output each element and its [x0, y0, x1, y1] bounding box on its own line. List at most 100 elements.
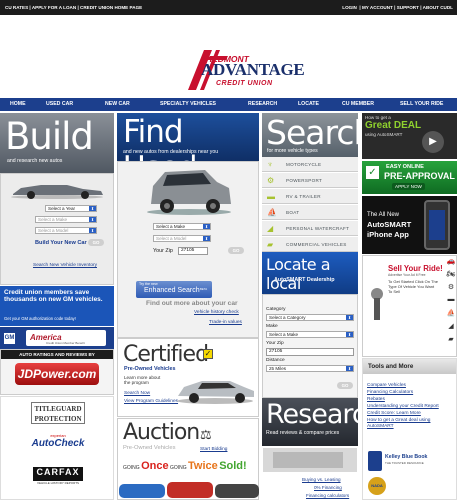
search-type-boat[interactable]: ⛵ BOAT: [262, 205, 358, 220]
enhanced-search-button[interactable]: Try the new Enhanced Search BETA: [136, 281, 212, 298]
certified-search-link[interactable]: Search Now: [124, 391, 150, 396]
apply-loan-link[interactable]: APPLY FOR A LOAN: [32, 5, 76, 10]
category-label: Category: [266, 307, 286, 312]
nada-logo[interactable]: NADA: [368, 477, 386, 495]
search-type-rv[interactable]: ▬ RV & TRAILER: [262, 189, 358, 204]
cu-rates-link[interactable]: CU RATES: [5, 5, 28, 10]
build-make-select[interactable]: Select a Make: [35, 216, 97, 223]
gm-promo[interactable]: GM America Credit Union Member Benefit: [0, 327, 114, 349]
kbb-logo[interactable]: Kelley Blue Book THE TRUSTED RESOURCE: [368, 451, 428, 473]
apply-now-button[interactable]: APPLY NOW: [392, 183, 425, 190]
cu-home-link[interactable]: CREDIT UNION HOME PAGE: [80, 5, 142, 10]
build-model-select[interactable]: Select a Model: [35, 227, 97, 234]
category-select[interactable]: Select a Category: [266, 314, 354, 321]
main-nav: HOME USED CAR NEW CAR SPECIALTY VEHICLES…: [0, 98, 457, 111]
financing-calculators-link[interactable]: Financing Calculators: [367, 390, 413, 395]
titleguard-line2: PROTECTION: [34, 415, 82, 423]
play-icon[interactable]: ▶: [422, 131, 444, 153]
search-type-label: PERSONAL WATERCRAFT: [286, 226, 350, 231]
find-zip-input[interactable]: 27105: [178, 247, 208, 255]
sell-watercraft-icon[interactable]: ◢: [445, 322, 457, 332]
sell-rv-icon[interactable]: ▬: [445, 296, 457, 306]
pre-approval-ad[interactable]: ✓ EASY ONLINE PRE-APPROVAL APPLY NOW: [362, 161, 457, 194]
site-logo[interactable]: PIEDMONT ADVANTAGE CREDIT UNION: [170, 46, 305, 94]
search-type-label: POWERSPORT: [286, 178, 323, 183]
locate-go-button[interactable]: GO: [337, 382, 353, 389]
locate-make-select[interactable]: Select a Make: [266, 331, 354, 338]
zero-financing-link[interactable]: 0% Financing: [314, 485, 342, 490]
great-deal-link[interactable]: How to get a Great deal using AutoSMART: [367, 418, 437, 430]
titleguard-logo[interactable]: TITLEGUARD PROTECTION: [31, 402, 85, 424]
about-link[interactable]: ABOUT CUDL: [423, 5, 453, 10]
distance-select[interactable]: 25 Miles: [266, 365, 354, 372]
top-bar: CU RATES | APPLY FOR A LOAN | CREDIT UNI…: [0, 0, 457, 15]
boat-icon: ⛵: [267, 208, 277, 217]
find-model-select[interactable]: Select a Model: [153, 235, 211, 242]
certified-guidelines-link[interactable]: View Program Guidelines: [124, 399, 178, 404]
nav-cu-member[interactable]: CU MEMBER: [342, 98, 374, 111]
sell-motorcycle-icon[interactable]: 🏍: [445, 270, 457, 280]
iphone-line1: The All New: [367, 212, 400, 218]
search-type-commercial[interactable]: ▰ COMMERCIAL VEHICLES: [262, 237, 358, 252]
top-links-right: LOGIN | MY ACCOUNT | SUPPORT | ABOUT CUD…: [342, 0, 453, 15]
search-new-inventory-link[interactable]: Search New Vehicle Inventory: [33, 263, 97, 268]
jdpower-header: AUTO RATINGS AND REVIEWS BY: [1, 350, 113, 359]
autocheck-logo[interactable]: experian AutoCheck: [31, 433, 85, 453]
build-go-button[interactable]: GO: [88, 239, 104, 246]
kbb-sub: THE TRUSTED RESOURCE: [385, 461, 424, 465]
build-car-cta[interactable]: Build Your New Car: [35, 240, 87, 246]
search-type-label: RV & TRAILER: [286, 194, 321, 199]
start-bidding-link[interactable]: Start Bidding: [200, 447, 227, 452]
support-link[interactable]: SUPPORT: [397, 5, 419, 10]
carfax-sub: VEHICLE HISTORY REPORTS: [36, 481, 80, 485]
build-year-select[interactable]: Select a Year: [45, 205, 97, 212]
jdpower-logo: JDPower.com: [15, 363, 99, 385]
trade-in-link[interactable]: Trade-in values: [209, 320, 242, 325]
sold-text: Sold!: [219, 460, 247, 472]
sell-your-ride-box: Sell Your Ride! Advertise Your Ad It Fre…: [362, 255, 457, 357]
credit-score-link[interactable]: Credit Score: Learn More: [367, 411, 421, 416]
nav-specialty[interactable]: SPECIALTY VEHICLES: [160, 98, 216, 111]
search-type-motorcycle[interactable]: ♆ MOTORCYCLE: [262, 157, 358, 172]
jdpower-box[interactable]: AUTO RATINGS AND REVIEWS BY JDPower.com: [0, 349, 114, 395]
nav-new-car[interactable]: NEW CAR: [105, 98, 130, 111]
auction-subtitle: Pre-Owned Vehicles: [123, 445, 176, 451]
cu-member-promo[interactable]: Credit union members save thousands on n…: [0, 286, 114, 326]
nav-home[interactable]: HOME: [10, 98, 26, 111]
compare-vehicles-link[interactable]: Compare Vehicles: [367, 383, 406, 388]
login-link[interactable]: LOGIN: [342, 5, 357, 10]
logo-bottom-text: CREDIT UNION: [216, 80, 273, 87]
sell-truck-icon[interactable]: ▰: [445, 335, 457, 345]
nav-sell-ride[interactable]: SELL YOUR RIDE: [400, 98, 443, 111]
my-account-link[interactable]: MY ACCOUNT: [362, 5, 393, 10]
search-type-label: BOAT: [286, 210, 300, 215]
nav-used-car[interactable]: USED CAR: [46, 98, 73, 111]
nav-locate[interactable]: LOCATE: [298, 98, 319, 111]
credit-report-link[interactable]: Understanding your Credit Report: [367, 404, 439, 409]
vehicle-history-link[interactable]: Vehicle history check: [194, 310, 239, 315]
find-make-select[interactable]: Select a Make: [153, 223, 211, 230]
beta-tag: BETA: [200, 287, 208, 291]
financing-calculators-link[interactable]: Financing calculators: [306, 493, 349, 498]
nav-research[interactable]: RESEARCH: [248, 98, 277, 111]
sell-boat-icon[interactable]: ⛵: [445, 309, 457, 319]
atv-icon: ⚙: [267, 176, 275, 185]
locate-form: Category Select a Category Make Select a…: [262, 294, 358, 398]
separator: |: [359, 5, 361, 10]
iphone-app-ad[interactable]: The All New AutoSMART iPhone App: [362, 196, 457, 254]
cu-promo-title: Credit union members save thousands on n…: [4, 289, 103, 303]
search-title: Search: [266, 113, 374, 152]
locate-zip-input[interactable]: 27105: [266, 348, 354, 356]
search-type-powersport[interactable]: ⚙ POWERSPORT: [262, 173, 358, 188]
sell-atv-icon[interactable]: ⚙: [445, 283, 457, 293]
watercraft-icon: ◢: [267, 224, 274, 233]
sell-car-icon[interactable]: 🚗: [445, 257, 457, 267]
rebates-link[interactable]: Rebates: [367, 397, 385, 402]
find-go-button[interactable]: GO: [228, 247, 244, 254]
buying-vs-leasing-link[interactable]: Buying vs. Leasing: [302, 477, 341, 482]
great-deal-ad[interactable]: How to get a Great DEAL using AutoSMART …: [362, 113, 457, 159]
auction-box: Auction ⚖ Pre-Owned Vehicles Start Biddi…: [117, 418, 259, 500]
search-type-watercraft[interactable]: ◢ PERSONAL WATERCRAFT: [262, 221, 358, 236]
carfax-logo[interactable]: CARFAX: [33, 467, 83, 481]
locate-subtitle: AutoSMART Dealership: [274, 277, 335, 283]
